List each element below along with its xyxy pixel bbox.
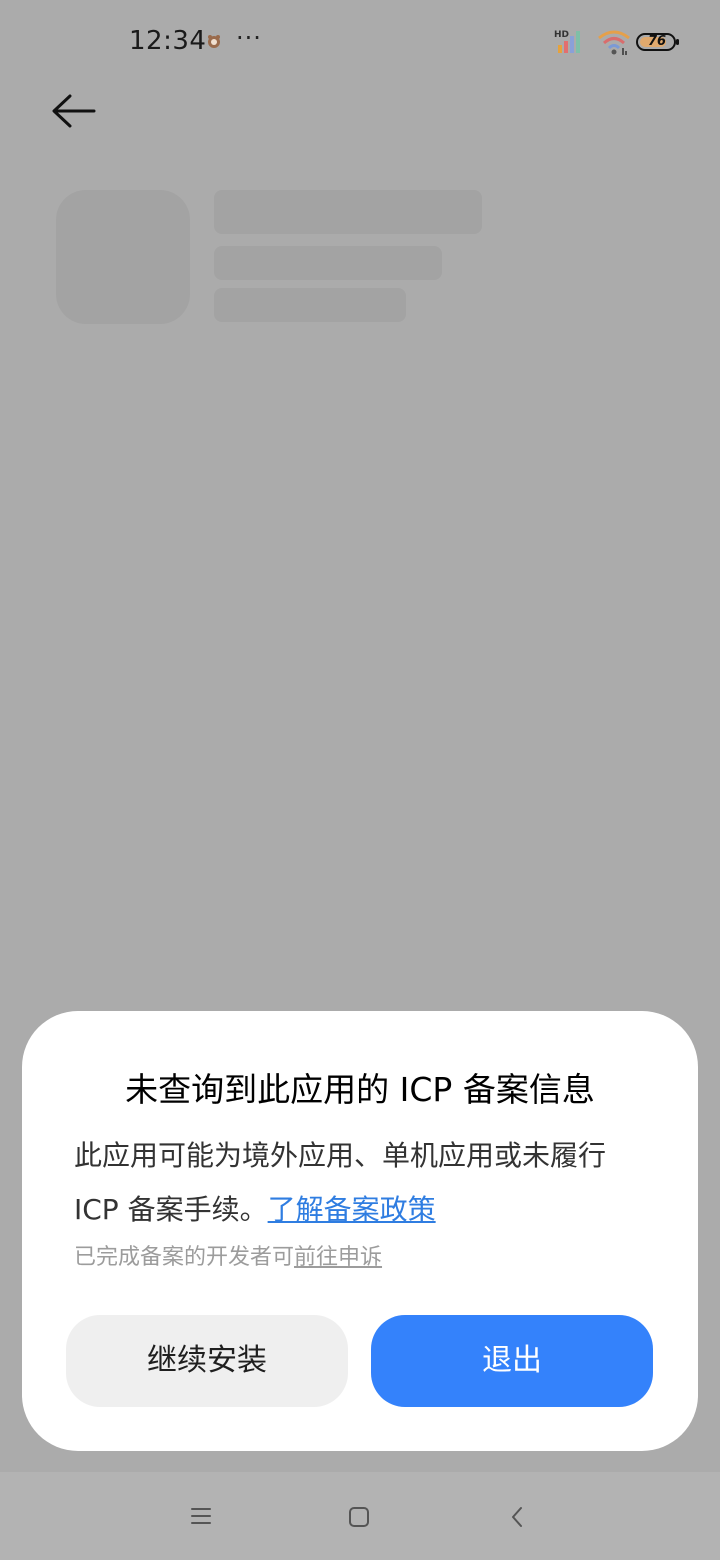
arrow-left-icon[interactable] — [46, 88, 102, 134]
battery-level: 76 — [647, 34, 667, 49]
notification-icon — [208, 35, 220, 48]
app-info-placeholder — [214, 246, 442, 280]
more-notifications-indicator: ··· — [236, 24, 262, 52]
app-name-placeholder — [214, 190, 482, 234]
status-time: 12:34 — [129, 26, 207, 56]
menu-icon[interactable] — [190, 1506, 212, 1526]
policy-link[interactable]: 了解备案政策 — [268, 1193, 436, 1226]
signal-icon: HD — [554, 30, 580, 53]
home-icon[interactable] — [348, 1506, 370, 1528]
back-icon[interactable] — [509, 1505, 525, 1529]
icp-warning-dialog: 未查询到此应用的 ICP 备案信息 此应用可能为境外应用、单机应用或未履行 IC… — [22, 1011, 698, 1451]
app-icon-placeholder — [56, 190, 190, 324]
screen: 12:34 ··· HD 76 未查询到此应用的 ICP 备案信息 此应用可能为… — [0, 0, 720, 1560]
appeal-link[interactable]: 前往申诉 — [294, 1245, 382, 1270]
dialog-message: 此应用可能为境外应用、单机应用或未履行 ICP 备案手续。了解备案政策 — [74, 1129, 654, 1237]
exit-button[interactable]: 退出 — [371, 1315, 653, 1407]
network-label: HD — [554, 30, 569, 40]
app-meta-placeholder — [214, 288, 406, 322]
wifi-icon — [598, 30, 630, 55]
navigation-bar — [0, 1472, 720, 1560]
footnote-text: 已完成备案的开发者可 — [74, 1245, 295, 1270]
dialog-title: 未查询到此应用的 ICP 备案信息 — [125, 1070, 595, 1109]
continue-install-button[interactable]: 继续安装 — [66, 1315, 348, 1407]
dialog-footnote: 已完成备案的开发者可前往申诉 — [74, 1239, 382, 1271]
status-bar: 12:34 ··· HD 76 — [0, 0, 720, 84]
